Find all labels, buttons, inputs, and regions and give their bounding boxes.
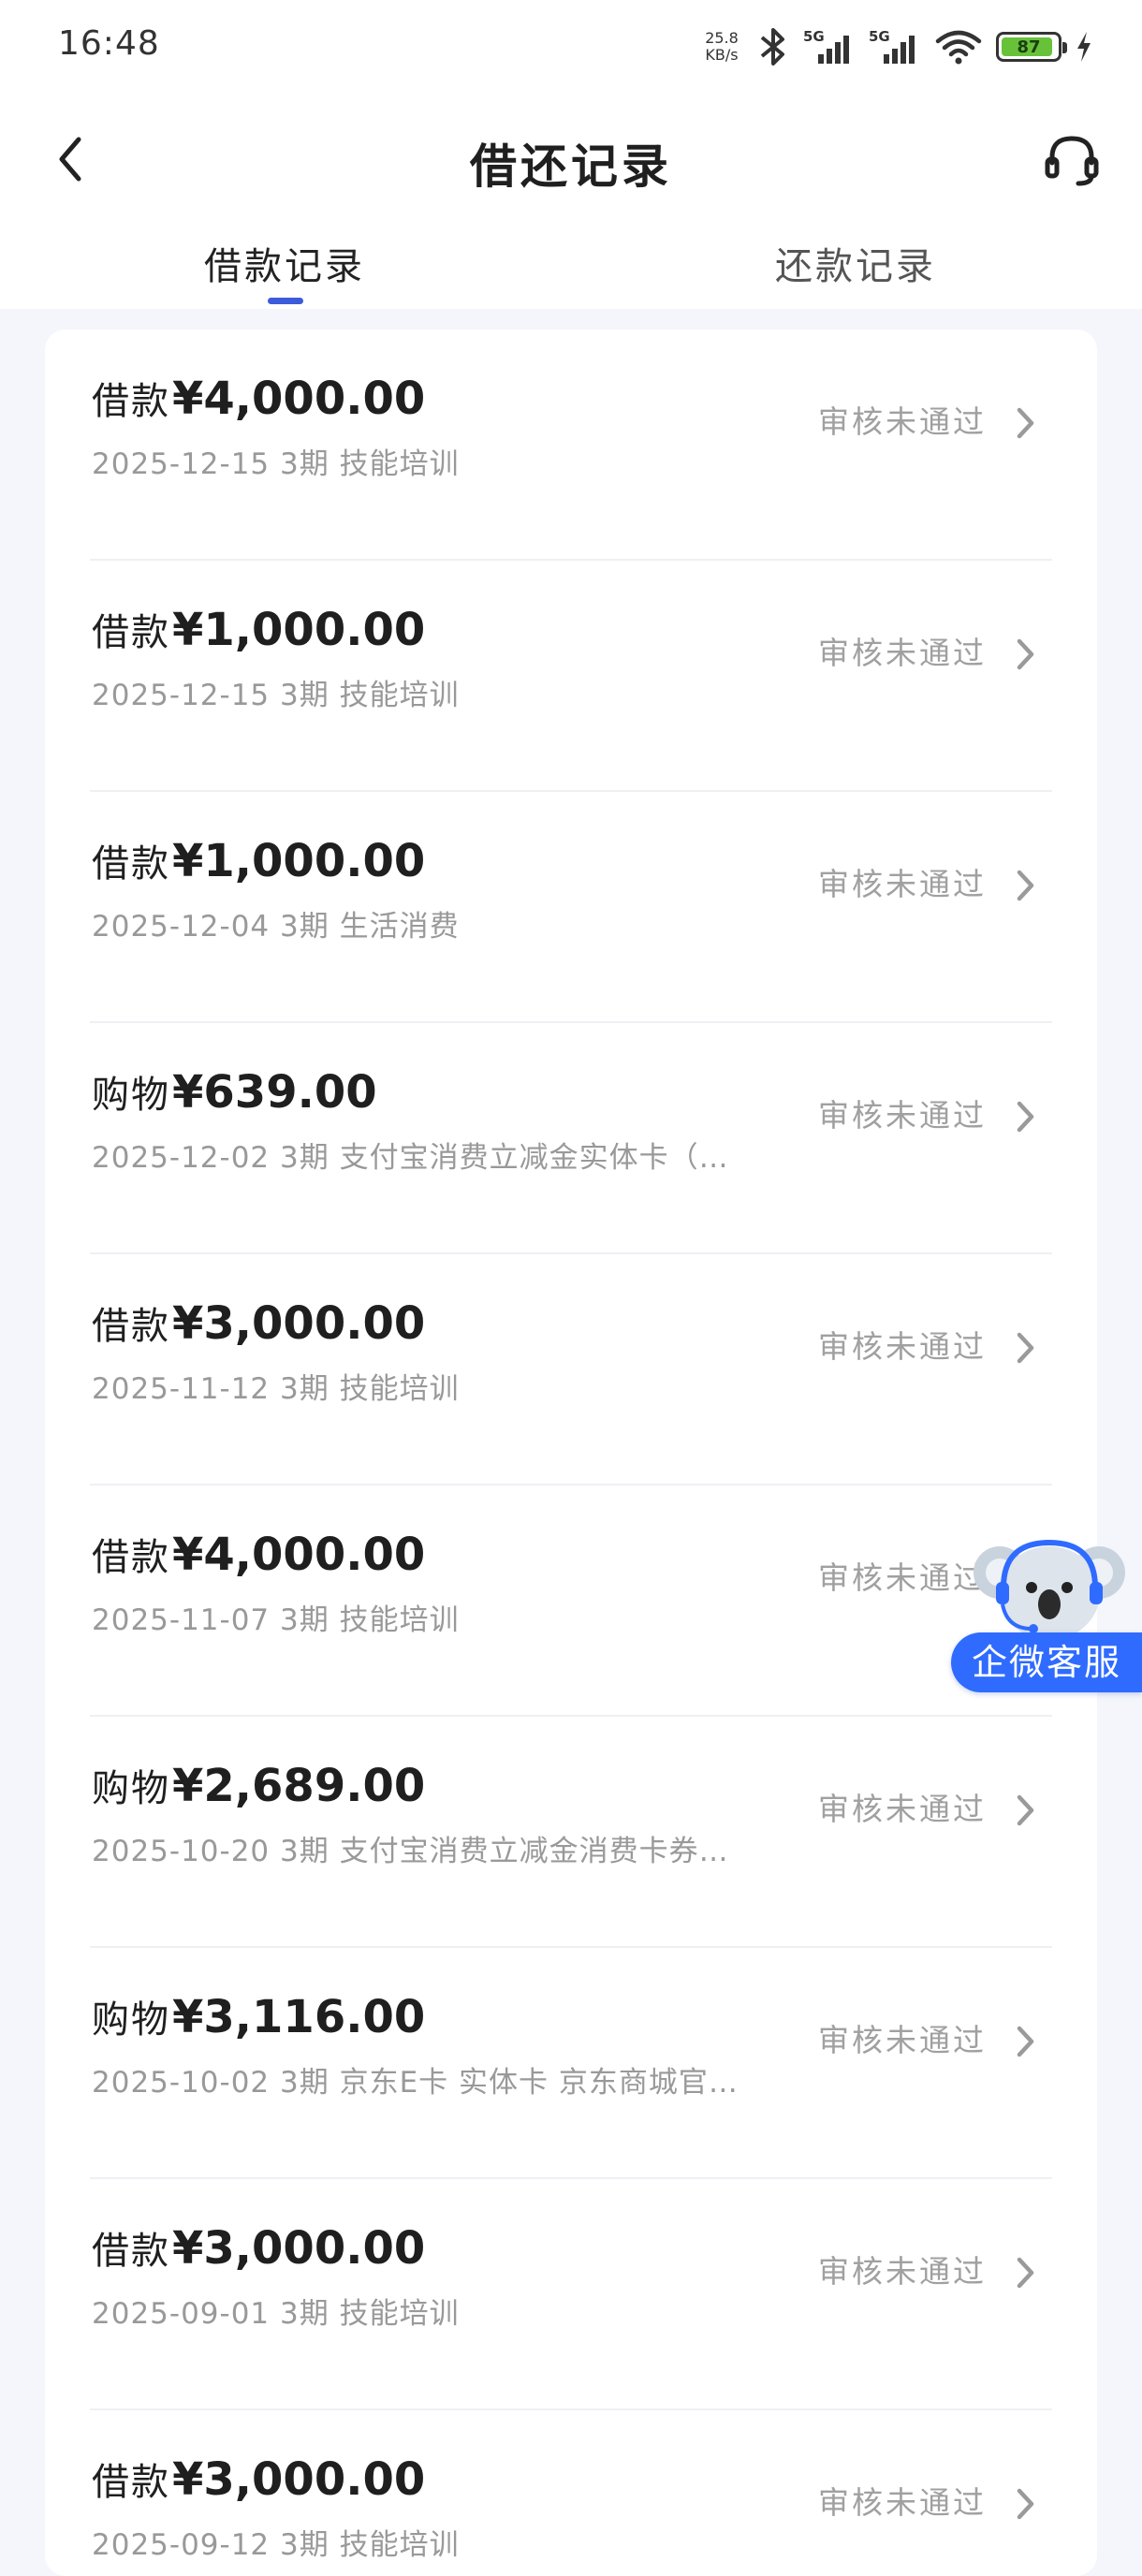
record-detail: 2025-12-04 3期 生活消费 [92, 910, 460, 944]
record-detail: 2025-10-02 3期 京东E卡 实体卡 京东商城官… [92, 2066, 739, 2100]
record-amount: 借款¥3,000.00 [92, 2220, 425, 2275]
status-icons: 25.8 KB/s 5G 5G 87 [700, 21, 1093, 73]
record-amount: 借款¥3,000.00 [92, 2452, 425, 2506]
record-status: 审核未通过 [818, 1791, 987, 1827]
record-amount: 购物¥2,689.00 [92, 1758, 425, 1812]
status-bar: 16:48 25.8 KB/s 5G 5G 87 [0, 0, 1142, 94]
record-item[interactable]: 借款¥3,000.00 2025-11-12 3期 技能培训 审核未通过 [90, 1254, 1052, 1486]
record-amount: 购物¥3,116.00 [92, 1989, 425, 2043]
record-item[interactable]: 借款¥4,000.00 2025-11-07 3期 技能培训 审核未通过 [90, 1486, 1052, 1717]
record-type: 借款 [92, 842, 170, 886]
record-type: 借款 [92, 2230, 170, 2273]
record-type: 借款 [92, 1536, 170, 1579]
chevron-right-icon [1017, 1332, 1034, 1364]
signal-bars-icon [884, 36, 915, 64]
record-status: 审核未通过 [818, 866, 987, 902]
chevron-right-icon [1017, 1101, 1034, 1133]
record-amount: 借款¥4,000.00 [92, 371, 425, 425]
record-amount: 购物¥639.00 [92, 1064, 377, 1119]
record-type: 购物 [92, 1767, 170, 1810]
record-status: 审核未通过 [818, 635, 987, 671]
record-item[interactable]: 借款¥3,000.00 2025-09-12 3期 技能培训 审核未通过 [90, 2410, 1052, 2576]
headset-icon [1045, 136, 1099, 186]
record-status: 审核未通过 [818, 403, 987, 440]
record-item[interactable]: 借款¥1,000.00 2025-12-15 3期 技能培训 审核未通过 [90, 561, 1052, 792]
record-amount-value: ¥4,000.00 [172, 373, 426, 425]
record-type: 借款 [92, 380, 170, 423]
wifi-icon [935, 30, 982, 65]
net-speed: 25.8 KB/s [700, 30, 743, 64]
active-tab-indicator [268, 298, 303, 304]
record-status: 审核未通过 [818, 1097, 987, 1134]
record-tabs: 借款记录 还款记录 [0, 215, 1142, 309]
net-speed-unit: KB/s [705, 46, 739, 64]
bluetooth-icon [760, 28, 784, 66]
record-type: 购物 [92, 1998, 170, 2042]
record-item[interactable]: 借款¥1,000.00 2025-12-04 3期 生活消费 审核未通过 [90, 792, 1052, 1023]
record-detail: 2025-10-20 3期 支付宝消费立减金消费卡券… [92, 1835, 729, 1868]
record-amount-value: ¥3,116.00 [172, 1991, 426, 2043]
record-detail: 2025-09-12 3期 技能培训 [92, 2528, 460, 2562]
record-detail: 2025-11-12 3期 技能培训 [92, 1372, 460, 1406]
record-item[interactable]: 借款¥3,000.00 2025-09-01 3期 技能培训 审核未通过 [90, 2179, 1052, 2410]
record-item[interactable]: 购物¥2,689.00 2025-10-20 3期 支付宝消费立减金消费卡券… … [90, 1717, 1052, 1948]
record-amount-value: ¥3,000.00 [172, 1297, 426, 1350]
record-amount-value: ¥1,000.00 [172, 604, 426, 656]
record-amount: 借款¥1,000.00 [92, 833, 425, 887]
battery-indicator: 87 [996, 32, 1067, 62]
signal-bars-icon [818, 36, 849, 64]
record-type: 借款 [92, 1305, 170, 1348]
record-type: 借款 [92, 611, 170, 654]
record-amount-value: ¥639.00 [172, 1066, 377, 1119]
record-status: 审核未通过 [818, 1328, 987, 1365]
page-header: 借还记录 借款记录 还款记录 [0, 94, 1142, 309]
records-list: 借款¥4,000.00 2025-12-15 3期 技能培训 审核未通过 借款¥… [45, 329, 1097, 2576]
koala-mascot-icon [974, 1539, 1125, 1640]
record-amount-value: ¥2,689.00 [172, 1760, 426, 1812]
chevron-right-icon [1017, 2488, 1034, 2520]
record-type: 借款 [92, 2461, 170, 2504]
record-amount-value: ¥3,000.00 [172, 2453, 426, 2506]
record-detail: 2025-09-01 3期 技能培训 [92, 2297, 460, 2331]
tab-borrow-records[interactable]: 借款记录 [97, 236, 472, 290]
record-amount-value: ¥1,000.00 [172, 835, 426, 887]
chevron-right-icon [1017, 2257, 1034, 2289]
tab-repay-records[interactable]: 还款记录 [668, 236, 1043, 290]
status-time: 16:48 [58, 24, 160, 63]
record-item[interactable]: 购物¥639.00 2025-12-02 3期 支付宝消费立减金实体卡（… 审核… [90, 1023, 1052, 1254]
page-title: 借还记录 [470, 139, 672, 194]
record-detail: 2025-12-15 3期 技能培训 [92, 679, 460, 712]
record-amount: 借款¥1,000.00 [92, 602, 425, 656]
floating-service-button[interactable]: 企微客服 [951, 1535, 1142, 1694]
record-amount: 借款¥4,000.00 [92, 1527, 425, 1581]
record-detail: 2025-12-02 3期 支付宝消费立减金实体卡（… [92, 1141, 729, 1175]
chevron-right-icon [1017, 407, 1034, 439]
float-service-label: 企微客服 [951, 1632, 1142, 1692]
battery-level: 87 [1017, 37, 1041, 57]
record-amount-value: ¥4,000.00 [172, 1529, 426, 1581]
record-amount: 借款¥3,000.00 [92, 1295, 425, 1350]
chevron-right-icon [1017, 638, 1034, 670]
signal-2: 5G [869, 28, 921, 66]
chevron-right-icon [1017, 1794, 1034, 1826]
record-amount-value: ¥3,000.00 [172, 2222, 426, 2275]
net-speed-value: 25.8 [705, 29, 739, 47]
record-detail: 2025-11-07 3期 技能培训 [92, 1603, 460, 1637]
charging-icon [1077, 32, 1091, 62]
record-item[interactable]: 借款¥4,000.00 2025-12-15 3期 技能培训 审核未通过 [90, 329, 1052, 561]
signal-1: 5G [803, 28, 856, 66]
customer-service-button[interactable] [1039, 127, 1105, 193]
chevron-right-icon [1017, 2026, 1034, 2057]
record-detail: 2025-12-15 3期 技能培训 [92, 447, 460, 481]
record-item[interactable]: 购物¥3,116.00 2025-10-02 3期 京东E卡 实体卡 京东商城官… [90, 1948, 1052, 2179]
record-status: 审核未通过 [818, 2253, 987, 2290]
record-status: 审核未通过 [818, 2022, 987, 2058]
chevron-right-icon [1017, 870, 1034, 901]
record-type: 购物 [92, 1074, 170, 1117]
record-status: 审核未通过 [818, 2484, 987, 2521]
